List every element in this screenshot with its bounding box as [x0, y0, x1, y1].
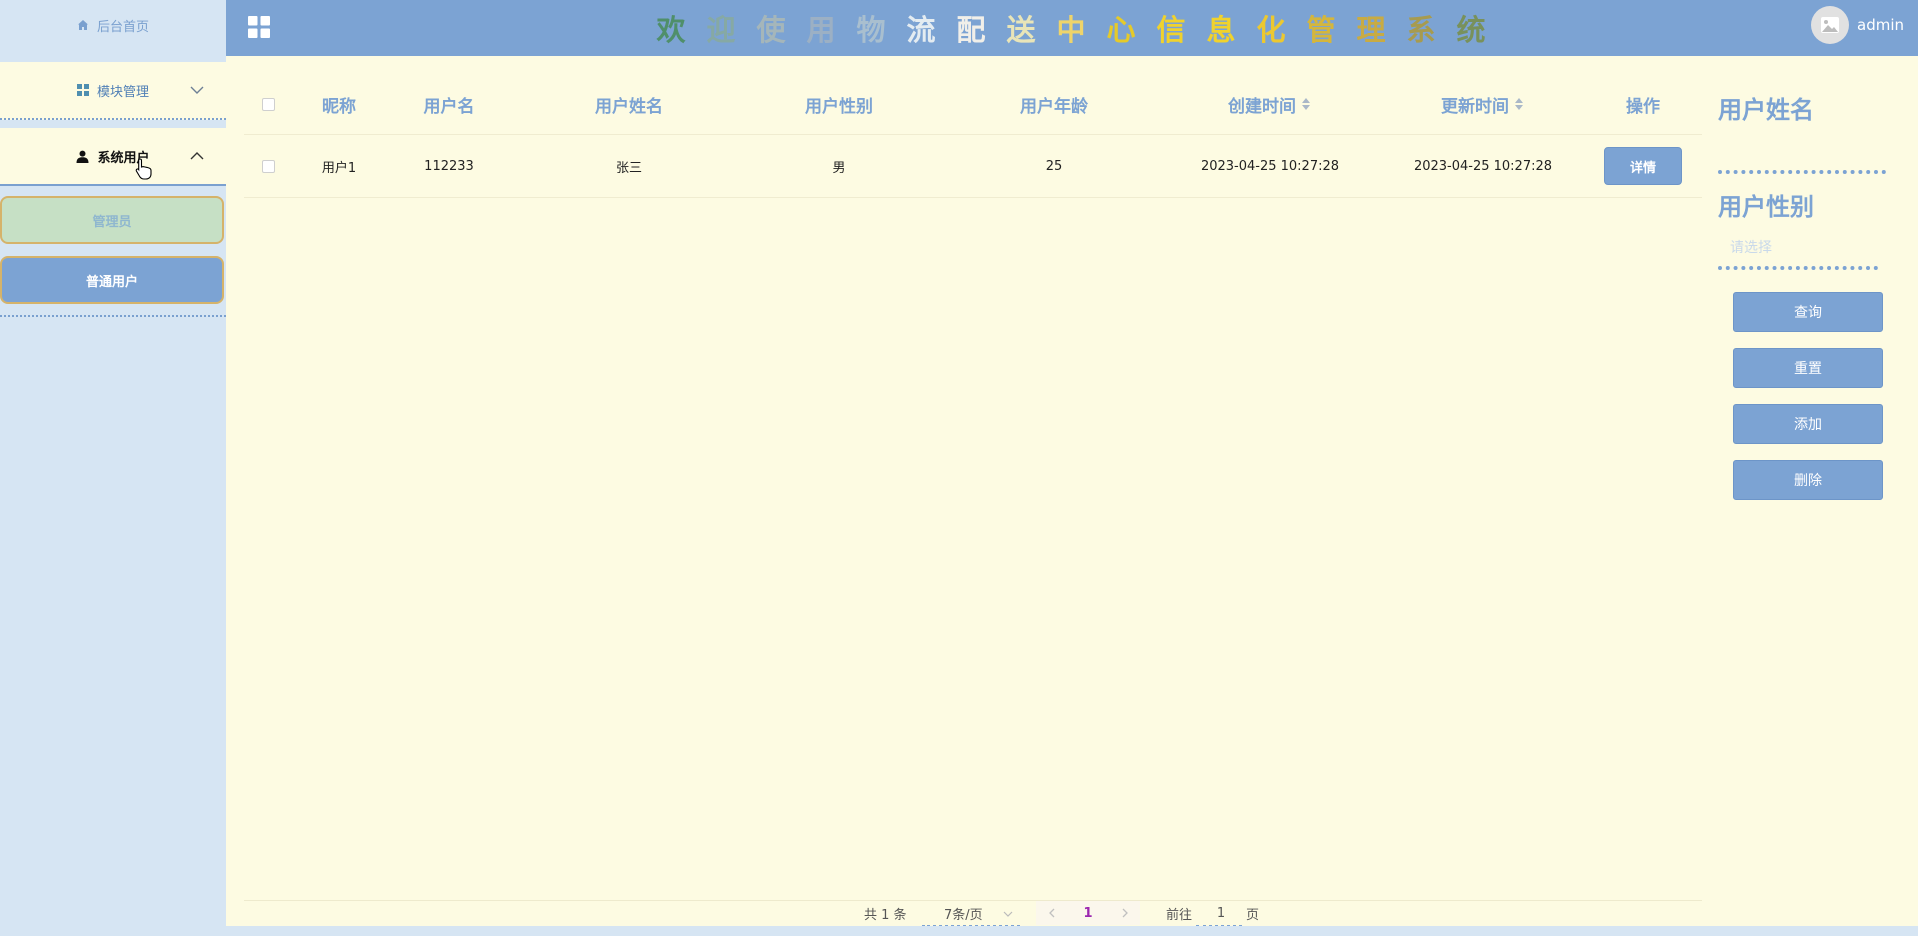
cell-nickname: 用户1 — [321, 160, 357, 176]
page-title: 欢迎使用物流配送中心信息化管理系统 — [646, 6, 1496, 50]
title-char: 系 — [1406, 13, 1436, 47]
sort-icon[interactable] — [1302, 98, 1310, 110]
sort-icon[interactable] — [1515, 98, 1523, 110]
goto-page-input[interactable]: 1 — [1208, 901, 1234, 925]
chevron-down-icon — [190, 86, 204, 94]
title-char: 物 — [856, 13, 886, 47]
delete-button[interactable]: 删除 — [1733, 460, 1883, 500]
filter-realname-label: 用户姓名 — [1718, 96, 1814, 124]
col-header-username: 用户名 — [423, 96, 475, 117]
title-char: 迎 — [706, 13, 736, 47]
submenu-item-admin[interactable]: 管理员 — [0, 196, 224, 244]
title-char: 化 — [1256, 13, 1286, 47]
page-number-current[interactable]: 1 — [1066, 901, 1110, 925]
title-char: 配 — [956, 13, 986, 47]
users-table: 昵称 用户名 用户姓名 用户性别 用户年龄 创建时间 更新时间 操作 用户1 1… — [244, 74, 1702, 198]
title-char: 心 — [1106, 13, 1136, 47]
select-all-checkbox[interactable] — [260, 74, 276, 134]
detail-button[interactable]: 详情 — [1604, 147, 1682, 185]
home-icon — [77, 19, 89, 31]
query-button[interactable]: 查询 — [1733, 292, 1883, 332]
user-menu[interactable]: admin — [1811, 6, 1904, 44]
col-header-created[interactable]: 创建时间 — [1184, 74, 1354, 134]
sidebar-item-home-label: 后台首页 — [96, 19, 149, 35]
chevron-up-icon — [190, 152, 204, 160]
cell-created: 2023-04-25 10:27:28 — [1200, 158, 1340, 174]
reset-button[interactable]: 重置 — [1733, 348, 1883, 388]
sidebar-item-home[interactable]: 后台首页 — [0, 0, 226, 50]
cell-gender: 男 — [832, 160, 846, 176]
filter-gender-select[interactable]: 请选择 — [1718, 233, 1886, 263]
chevron-left-icon — [1048, 908, 1054, 918]
filter-realname-input[interactable] — [1718, 170, 1886, 174]
user-icon — [76, 150, 89, 163]
title-char: 统 — [1456, 13, 1486, 47]
next-page-button[interactable] — [1110, 901, 1140, 925]
submenu-item-admin-label: 管理员 — [92, 214, 132, 230]
cell-realname: 张三 — [615, 160, 642, 176]
sidebar-item-module-management-label: 模块管理 — [96, 84, 149, 100]
table-row: 用户1 112233 张三 男 25 2023-04-25 10:27:28 2… — [244, 135, 1702, 198]
table-header-row: 昵称 用户名 用户姓名 用户性别 用户年龄 创建时间 更新时间 操作 — [244, 74, 1702, 135]
col-header-nickname: 昵称 — [322, 96, 356, 117]
add-button[interactable]: 添加 — [1733, 404, 1883, 444]
sidebar-item-module-management[interactable]: 模块管理 — [0, 62, 226, 120]
top-header: 欢迎使用物流配送中心信息化管理系统 admin — [226, 0, 1918, 56]
title-char: 使 — [756, 13, 786, 47]
sidebar-divider — [0, 315, 226, 317]
filter-gender-label: 用户性别 — [1718, 193, 1814, 221]
col-header-updated[interactable]: 更新时间 — [1397, 74, 1567, 134]
title-char: 流 — [906, 13, 936, 47]
title-char: 管 — [1306, 13, 1336, 47]
title-char: 息 — [1206, 13, 1236, 47]
cell-username: 112233 — [424, 158, 474, 174]
bottom-strip — [0, 926, 1918, 936]
pagination-total: 共 1 条 — [864, 907, 907, 923]
chevron-right-icon — [1122, 908, 1128, 918]
row-checkbox[interactable] — [260, 135, 276, 197]
prev-page-button[interactable] — [1036, 901, 1066, 925]
page-size-value: 7条/页 — [944, 907, 983, 923]
submenu-item-normal-user-label: 普通用户 — [85, 274, 138, 290]
filter-gender-underline — [1718, 266, 1878, 270]
submenu-item-normal-user[interactable]: 普通用户 — [0, 256, 224, 304]
menu-grid-icon[interactable] — [248, 16, 270, 42]
cell-action: 详情 — [1598, 135, 1688, 197]
cell-age: 25 — [1045, 158, 1063, 174]
col-header-updated-label: 更新时间 — [1441, 96, 1509, 117]
sidebar: 后台首页 模块管理 系统用户 管理员 普通用户 — [0, 0, 226, 936]
username: admin — [1857, 16, 1904, 34]
grid-icon — [76, 84, 89, 96]
cell-updated: 2023-04-25 10:27:28 — [1413, 158, 1553, 174]
title-char: 理 — [1356, 13, 1386, 47]
title-char: 用 — [806, 13, 836, 47]
title-char: 信 — [1156, 13, 1186, 47]
title-char: 送 — [1006, 13, 1036, 47]
page-size-select[interactable]: 7条/页 — [944, 901, 1026, 925]
goto-prefix: 前往 — [1166, 907, 1193, 923]
col-header-realname: 用户姓名 — [595, 96, 663, 117]
title-char: 欢 — [656, 13, 686, 47]
image-icon — [1821, 17, 1839, 33]
title-char: 中 — [1056, 13, 1086, 47]
col-header-age: 用户年龄 — [1020, 96, 1088, 117]
pagination: 共 1 条 7条/页 1 前往 1 页 — [244, 900, 1702, 928]
goto-suffix: 页 — [1246, 907, 1260, 923]
col-header-created-label: 创建时间 — [1228, 96, 1296, 117]
mouse-cursor-icon — [135, 158, 153, 184]
col-header-action: 操作 — [1626, 96, 1660, 117]
chevron-down-icon — [1003, 906, 1013, 921]
sidebar-item-system-users[interactable]: 系统用户 — [0, 128, 226, 186]
avatar[interactable] — [1811, 6, 1849, 44]
col-header-gender: 用户性别 — [805, 96, 873, 117]
